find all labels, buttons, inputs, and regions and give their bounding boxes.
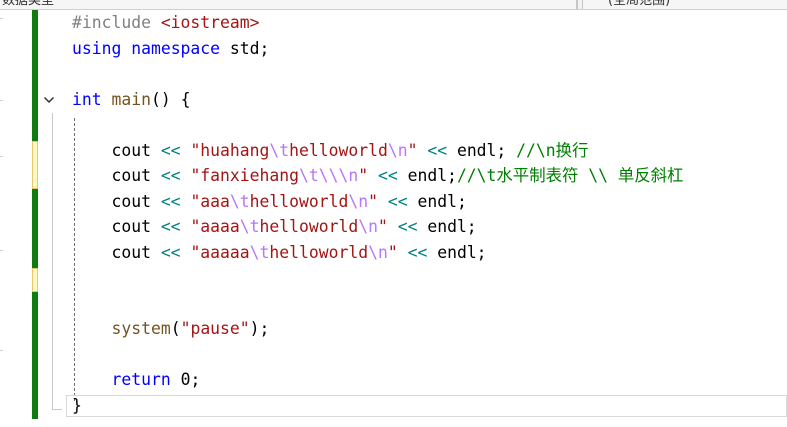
code-token: std;	[220, 39, 270, 58]
code-line[interactable]: cout << "aaaa\thelloworld\n" << endl;	[72, 215, 477, 239]
code-token: \n	[387, 141, 408, 160]
code-token: <<	[160, 192, 181, 211]
code-token: cout	[72, 192, 161, 211]
code-token: <<	[397, 217, 418, 236]
code-token: endl;	[417, 217, 477, 236]
code-token: }	[72, 396, 82, 415]
code-token: "	[407, 141, 418, 160]
code-token: "aaaaa	[190, 243, 250, 262]
code-token: \n	[348, 192, 369, 211]
code-line[interactable]: return 0;	[72, 368, 200, 392]
code-token: "	[387, 243, 398, 262]
code-token: cout	[72, 166, 161, 185]
code-token: cout	[72, 141, 161, 160]
code-line[interactable]: cout << "huahang\thelloworld\n" << endl;…	[72, 139, 588, 163]
code-token: using	[72, 39, 122, 58]
code-token: cout	[72, 243, 161, 262]
code-token: "aaa	[190, 192, 230, 211]
code-token: <<	[160, 166, 181, 185]
code-token: "	[377, 217, 388, 236]
code-token: \t\\\n	[299, 166, 359, 185]
code-line[interactable]: cout << "fanxiehang\t\\\n" << endl;//\t水…	[72, 164, 683, 188]
code-editor[interactable]: #include <iostream> using namespace std; i…	[0, 0, 787, 427]
code-token: <<	[160, 141, 181, 160]
code-line[interactable]: using namespace std;	[72, 37, 269, 61]
code-token: helloworld	[249, 192, 349, 211]
code-token: endl;	[397, 166, 457, 185]
code-line[interactable]: cout << "aaaaa\thelloworld\n" << endl;	[72, 241, 487, 265]
code-line[interactable]: system("pause");	[72, 317, 269, 341]
code-token: <<	[160, 243, 181, 262]
code-token: helloworld	[269, 243, 369, 262]
code-token: \t	[269, 141, 290, 160]
code-token: \t	[249, 243, 270, 262]
code-token: "	[368, 192, 378, 211]
code-token: #include	[72, 13, 161, 32]
code-token: <iostream>	[160, 13, 260, 32]
code-token: \n	[368, 243, 388, 262]
code-token: \t	[229, 192, 250, 211]
code-token: endl;	[447, 141, 517, 160]
code-token: <<	[407, 243, 428, 262]
code-token: <<	[427, 141, 448, 160]
code-line[interactable]: #include <iostream>	[72, 11, 260, 35]
code-token: () {	[150, 90, 191, 109]
code-line[interactable]: }	[72, 394, 82, 418]
code-line[interactable]: cout << "aaa\thelloworld\n" << endl;	[72, 190, 467, 214]
code-token: "huahang	[190, 141, 270, 160]
code-token: return	[111, 370, 171, 389]
code-token: );	[249, 319, 270, 338]
code-token: cout	[72, 217, 161, 236]
code-token: (	[170, 319, 181, 338]
code-token: endl;	[407, 192, 467, 211]
code-token: "fanxiehang	[190, 166, 299, 185]
code-token: helloworld	[289, 141, 388, 160]
code-token: <<	[387, 192, 408, 211]
code-token: endl;	[427, 243, 487, 262]
code-line[interactable]: int main() {	[72, 88, 190, 112]
code-token: "aaaa	[190, 217, 240, 236]
code-token: "	[358, 166, 369, 185]
code-token: main	[111, 90, 151, 109]
code-token: helloworld	[259, 217, 359, 236]
code-token: //\t水平制表符 \\ 单反斜杠	[456, 166, 684, 185]
code-token: int	[72, 90, 102, 109]
code-token: <<	[377, 166, 398, 185]
code-token: system	[111, 319, 171, 338]
code-token: namespace	[131, 39, 221, 58]
code-token: 0;	[170, 370, 201, 389]
code-token: "pause"	[180, 319, 250, 338]
code-token: \n	[358, 217, 378, 236]
code-token: //\n换行	[516, 141, 589, 160]
code-token: \t	[239, 217, 260, 236]
code-token: <<	[160, 217, 181, 236]
